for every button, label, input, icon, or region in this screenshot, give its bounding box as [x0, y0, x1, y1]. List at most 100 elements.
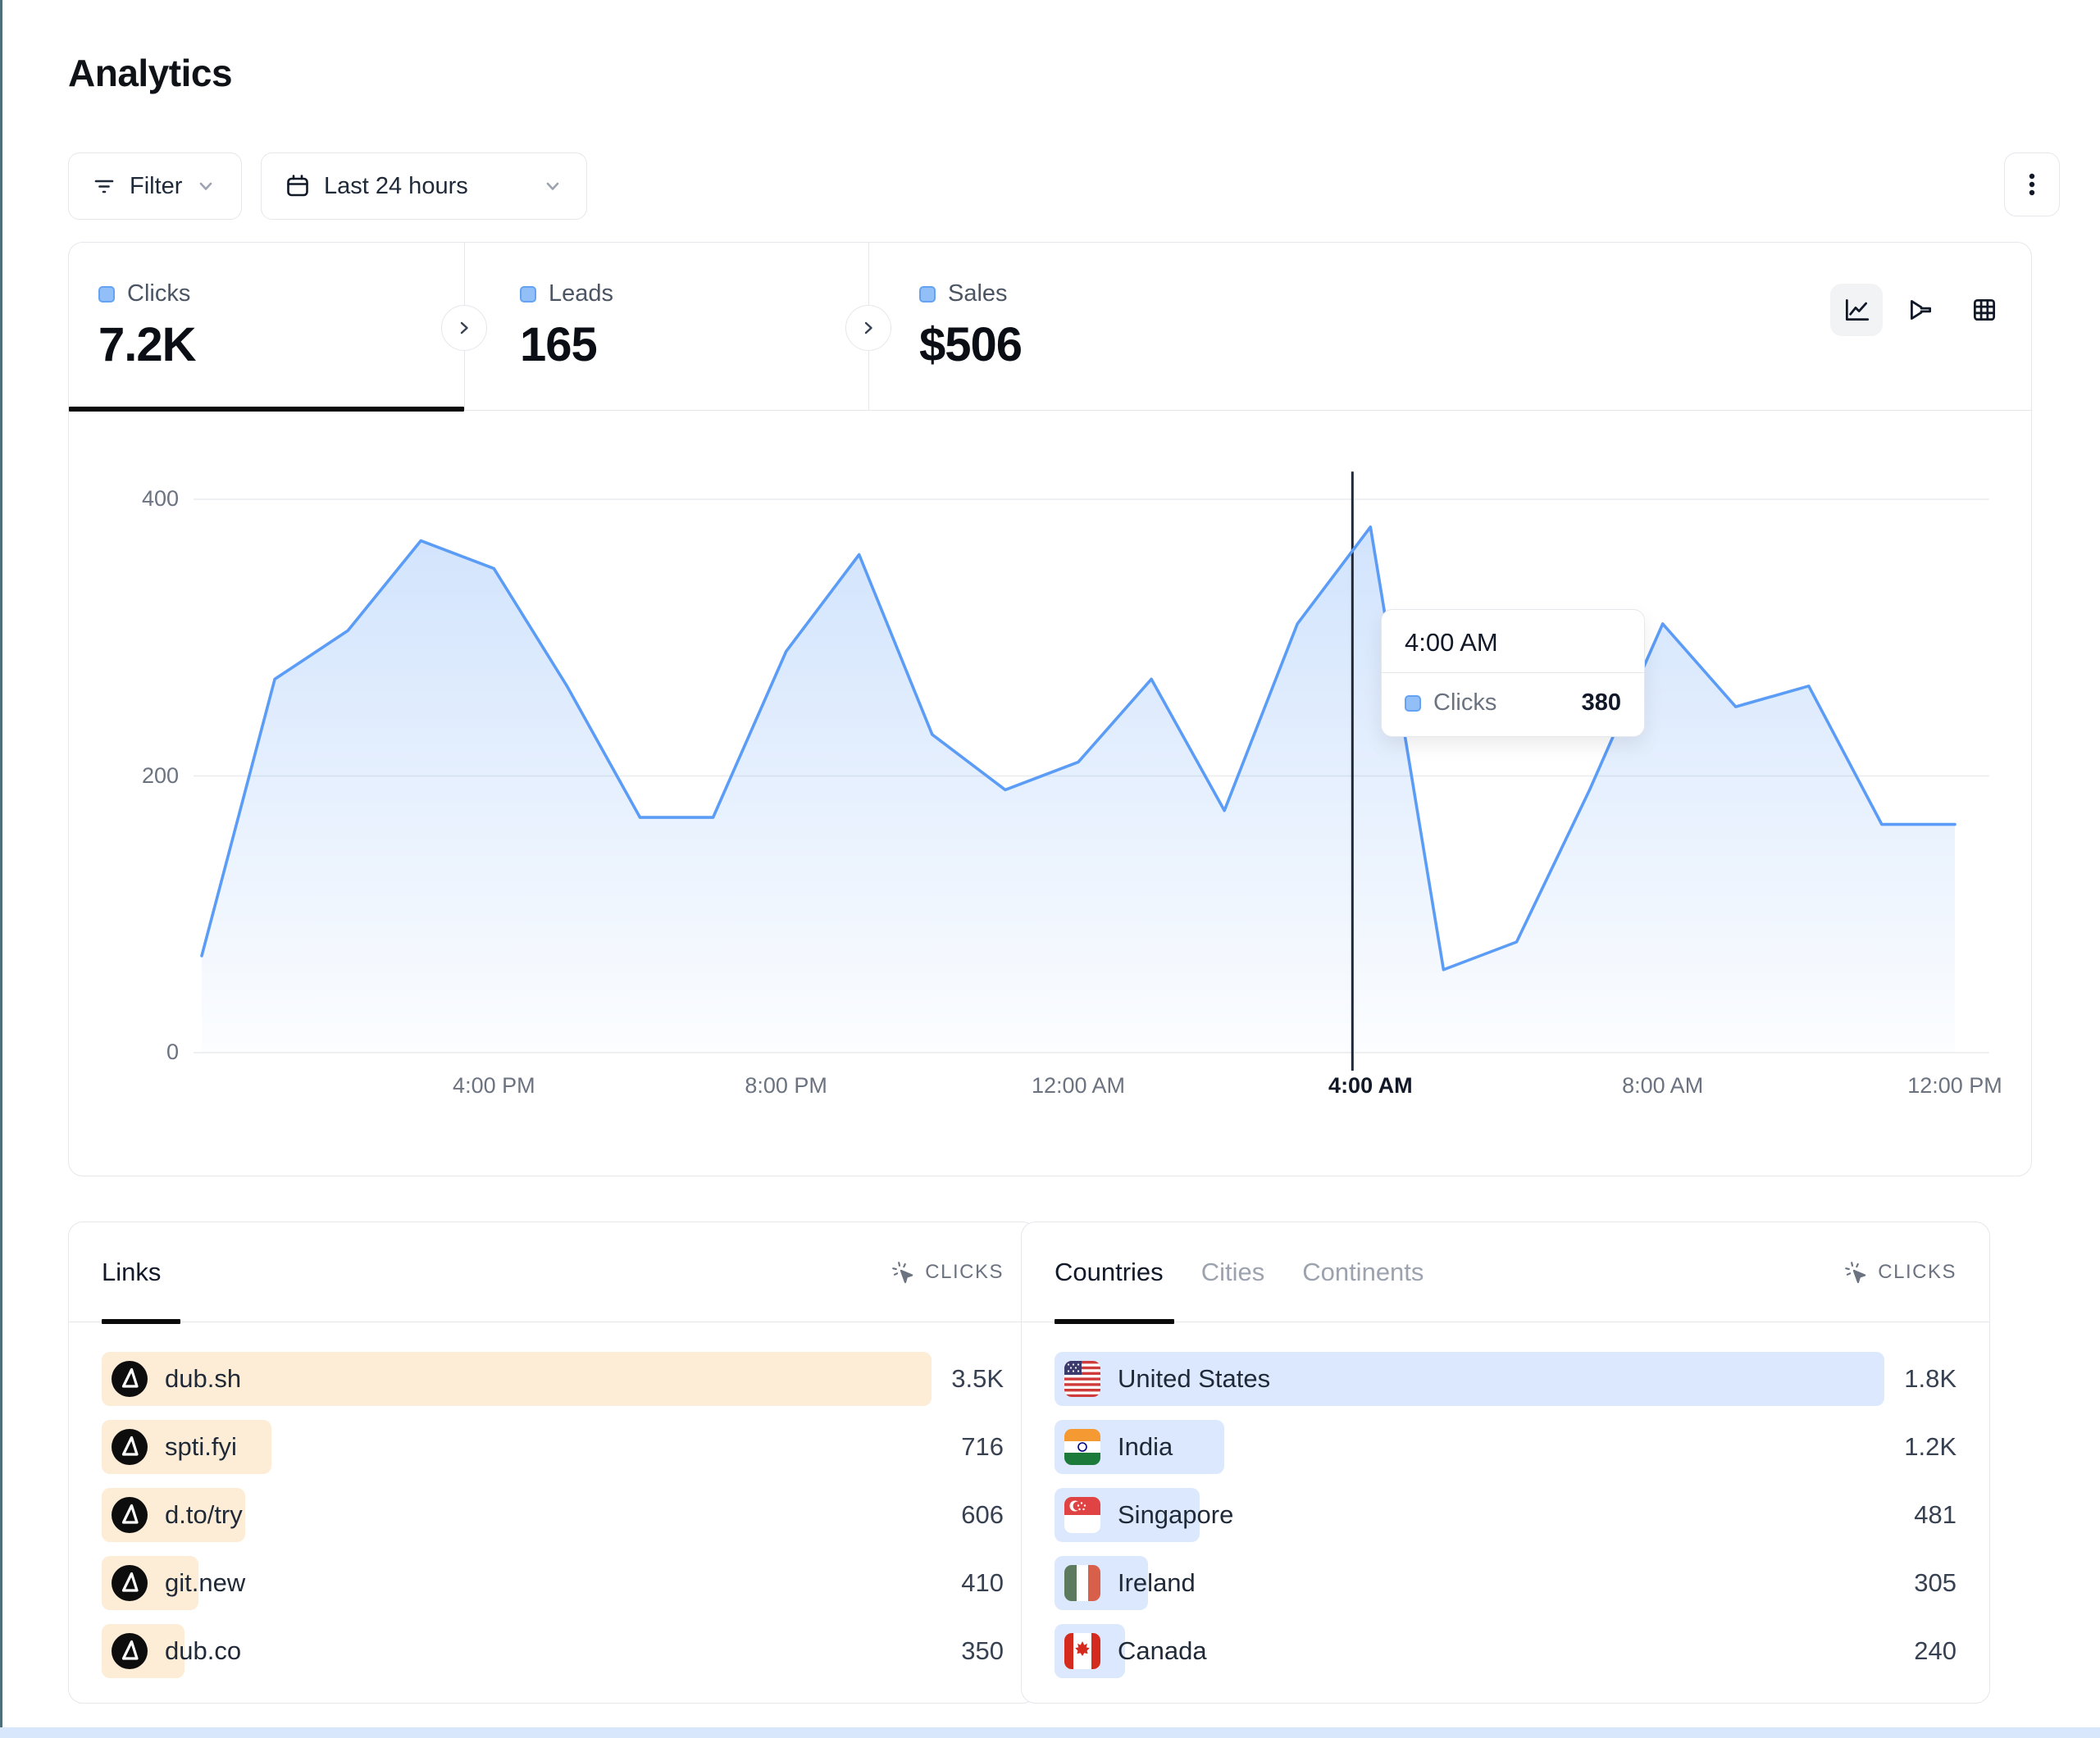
geo-panel: Countries Cities Continents CLICKS Unite…: [1021, 1222, 1990, 1704]
x-axis-tick: 4:00 PM: [453, 1073, 535, 1099]
expand-leads-button[interactable]: [845, 305, 891, 351]
clicks-count: 606: [961, 1500, 1004, 1530]
clicks-count: 481: [1914, 1500, 1957, 1530]
dub-logo-icon: [112, 1361, 148, 1397]
chevron-down-icon: [542, 175, 563, 197]
analytics-card: Clicks 7.2K Leads 165 Sales $506: [68, 242, 2032, 1176]
link-label: dub.co: [165, 1636, 241, 1666]
grid-icon: [1970, 295, 1999, 325]
country-label: Ireland: [1118, 1568, 1196, 1598]
tab-countries[interactable]: Countries: [1055, 1258, 1164, 1287]
country-label: India: [1118, 1432, 1173, 1462]
window-edge-strip: [0, 0, 2, 1738]
link-label: git.new: [165, 1568, 245, 1598]
link-row[interactable]: dub.sh 3.5K: [102, 1352, 1004, 1406]
link-row[interactable]: dub.co 350: [102, 1624, 1004, 1678]
sales-legend-swatch: [919, 286, 936, 303]
country-row[interactable]: Canada 240: [1055, 1624, 1957, 1678]
filter-button[interactable]: Filter: [68, 152, 242, 220]
flag-in-icon: [1064, 1429, 1100, 1465]
clicks-count: 1.2K: [1904, 1432, 1957, 1462]
tab-cities[interactable]: Cities: [1201, 1258, 1265, 1287]
metric-selector[interactable]: CLICKS: [891, 1260, 1004, 1285]
link-row[interactable]: spti.fyi716: [102, 1420, 1004, 1474]
country-row[interactable]: India 1.2K: [1055, 1420, 1957, 1474]
filter-button-label: Filter: [130, 173, 182, 200]
country-row[interactable]: Ireland 305: [1055, 1556, 1957, 1610]
geo-panel-header: Countries Cities Continents CLICKS: [1022, 1222, 1989, 1322]
cursor-click-icon: [1843, 1260, 1868, 1285]
clicks-count: 410: [961, 1568, 1004, 1598]
flag-ca-icon: [1064, 1633, 1100, 1669]
stat-value: 165: [520, 317, 868, 372]
tab-clicks[interactable]: Clicks 7.2K: [69, 243, 464, 411]
tab-links[interactable]: Links: [102, 1258, 161, 1287]
stat-label: Sales: [948, 280, 1008, 307]
bottom-scroll-strip: [0, 1727, 2100, 1738]
country-label: United States: [1118, 1364, 1270, 1394]
y-axis-tick: 200: [105, 763, 179, 789]
clicks-count: 240: [1914, 1636, 1957, 1666]
tab-leads[interactable]: Leads 165: [464, 243, 868, 411]
more-options-button[interactable]: [2004, 152, 2060, 216]
chart-view-table-button[interactable]: [1958, 284, 2011, 336]
link-row[interactable]: d.to/try 606: [102, 1488, 1004, 1542]
tooltip-value: 380: [1582, 689, 1621, 717]
chart-view-funnel-button[interactable]: [1894, 284, 1947, 336]
flag-ie-icon: [1064, 1565, 1100, 1601]
country-row[interactable]: United States 1.8K: [1055, 1352, 1957, 1406]
flag-us-icon: [1064, 1361, 1100, 1397]
country-label: Canada: [1118, 1636, 1207, 1666]
clicks-time-series-chart[interactable]: 0200400 4:00 PM8:00 PM12:00 AM4:00 AM8:0…: [69, 411, 2031, 1176]
tab-sales[interactable]: Sales $506: [868, 243, 1328, 411]
link-row[interactable]: git.new 410: [102, 1556, 1004, 1610]
clicks-legend-swatch: [98, 286, 115, 303]
metric-label: CLICKS: [925, 1261, 1004, 1284]
clicks-count: 1.8K: [1904, 1364, 1957, 1394]
analytics-page: Analytics Filter Last 24 hours: [0, 0, 2100, 1738]
y-axis-tick: 0: [105, 1040, 179, 1065]
dub-logo-icon: [112, 1497, 148, 1533]
y-axis-tick: 400: [105, 486, 179, 512]
x-axis-tick: 8:00 AM: [1622, 1073, 1703, 1099]
leads-legend-swatch: [520, 286, 536, 303]
country-row[interactable]: Singapore 481: [1055, 1488, 1957, 1542]
dub-logo-icon: [112, 1429, 148, 1465]
links-panel: Links CLICKS dub.sh 3.5K spti.fyi716 d.to/t…: [68, 1222, 1037, 1704]
filter-icon: [92, 174, 116, 198]
stat-label: Leads: [549, 280, 613, 307]
x-axis-tick: 12:00 PM: [1907, 1073, 2002, 1099]
stat-value: $506: [919, 317, 1328, 372]
chart-view-line-button[interactable]: [1830, 284, 1883, 336]
tooltip-time: 4:00 AM: [1382, 610, 1644, 672]
tooltip-series-label: Clicks: [1433, 689, 1496, 717]
chevron-right-icon: [859, 319, 877, 337]
clicks-count: 716: [961, 1432, 1004, 1462]
area-chart-plot[interactable]: [194, 448, 1989, 1071]
clicks-count: 350: [961, 1636, 1004, 1666]
country-label: Singapore: [1118, 1500, 1233, 1530]
stats-tabs-row: Clicks 7.2K Leads 165 Sales $506: [69, 243, 2031, 411]
x-axis-tick: 12:00 AM: [1032, 1073, 1125, 1099]
calendar-icon: [285, 173, 311, 199]
dub-logo-icon: [112, 1633, 148, 1669]
date-range-button[interactable]: Last 24 hours: [261, 152, 587, 220]
x-axis-tick: 4:00 AM: [1328, 1073, 1413, 1099]
date-range-label: Last 24 hours: [324, 173, 468, 200]
stat-value: 7.2K: [98, 317, 464, 372]
geo-list: United States 1.8K India 1.2K Singapore 481 Ir…: [1022, 1322, 1989, 1678]
metric-selector[interactable]: CLICKS: [1843, 1260, 1957, 1285]
chart-tooltip: 4:00 AM Clicks 380: [1381, 609, 1645, 737]
expand-clicks-button[interactable]: [441, 305, 487, 351]
chevron-down-icon: [195, 175, 216, 197]
clicks-legend-swatch: [1405, 695, 1421, 712]
stat-label: Clicks: [127, 280, 190, 307]
tab-continents[interactable]: Continents: [1302, 1258, 1424, 1287]
kebab-icon: [2020, 171, 2044, 198]
clicks-count: 3.5K: [951, 1364, 1004, 1394]
clicks-count: 305: [1914, 1568, 1957, 1598]
links-panel-header: Links CLICKS: [69, 1222, 1036, 1322]
link-label: d.to/try: [165, 1500, 243, 1530]
chevron-right-icon: [455, 319, 473, 337]
link-label: dub.sh: [165, 1364, 241, 1394]
